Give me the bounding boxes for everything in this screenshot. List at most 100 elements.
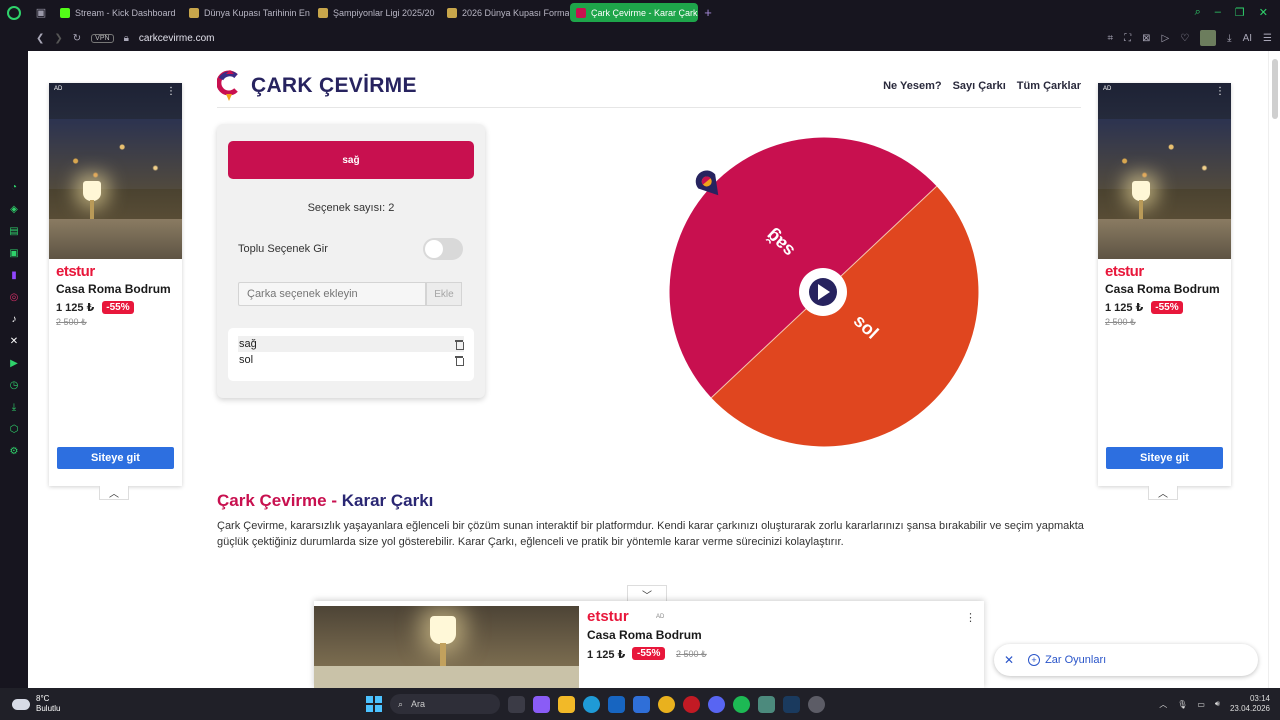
close-window-icon[interactable]: ✕ [1259,6,1268,19]
ad-cta-button[interactable]: Siteye git [57,447,174,469]
adblock-icon[interactable]: ⊠ [1142,33,1150,44]
clock[interactable]: 03:14 23.04.2026 [1230,694,1270,714]
tray-chevron-icon[interactable]: ︿ [1159,699,1167,710]
search-tabs-icon[interactable]: ⌕ [1195,6,1201,19]
ad-cta-button[interactable]: Siteye git [1106,447,1223,469]
ad-menu-icon[interactable]: ⋮ [1215,86,1225,97]
outlook-icon[interactable] [608,695,625,713]
download-icon[interactable]: ⤓ [1227,33,1231,44]
crypto-wallet-icon[interactable]: ◈ [7,202,21,216]
reload-icon[interactable]: ↻ [73,33,81,44]
m-app-icon[interactable]: ▣ [7,246,21,260]
list-item[interactable]: sağ [238,336,464,352]
ad-menu-icon[interactable]: ⋮ [166,86,176,97]
bulk-entry-toggle[interactable] [423,238,463,260]
downloads-sidebar-icon[interactable]: ⤓ [7,400,21,414]
browser-tab[interactable]: Stream - Kick Dashboard [54,3,182,22]
instagram-icon[interactable]: ◎ [7,290,21,304]
chrome-icon[interactable] [658,695,675,713]
right-ad-collapse-button[interactable]: ︿ [1148,486,1178,500]
maximize-icon[interactable]: ❐ [1235,6,1245,19]
edge-icon[interactable] [583,695,600,713]
discord-icon[interactable] [708,695,725,713]
left-ad-collapse-button[interactable]: ︿ [99,486,129,500]
steam-icon[interactable] [783,695,800,713]
volume-icon[interactable]: 🔊︎ [1215,699,1220,709]
file-explorer-icon[interactable] [558,695,575,713]
site-logo-icon[interactable] [216,70,241,102]
twitch-icon[interactable]: ▮ [7,268,21,282]
easy-setup-icon[interactable]: ☰ [1263,33,1272,44]
list-item[interactable]: sol [238,352,464,368]
site-logo-text[interactable]: ÇARK ÇEVİRME [251,74,417,98]
snapshot-icon[interactable]: ⌗ [1107,33,1113,44]
browser-tab[interactable]: Şampiyonlar Ligi 2025/20 [312,3,440,22]
ad-title: Casa Roma Bodrum [587,628,702,642]
trash-icon[interactable] [455,339,464,350]
network-icon[interactable]: ▭ [1197,700,1205,709]
taskbar-search[interactable]: ⌕ Ara [390,694,500,714]
url-field[interactable]: carkcevirme.com [139,33,215,44]
store-icon[interactable] [633,695,650,713]
tiktok-icon[interactable]: ♪ [7,312,21,326]
forward-icon[interactable]: ❯ [54,33,62,44]
player-sidebar-icon[interactable]: ▶ [7,356,21,370]
vpn-badge[interactable]: VPN [91,33,114,43]
nav-link-tum-carklar[interactable]: Tüm Çarklar [1017,80,1081,92]
article-title: Çark Çevirme - Karar Çarkı [217,491,433,511]
page-scrollbar[interactable] [1268,51,1280,688]
result-display[interactable]: sağ [228,141,474,179]
add-option-input[interactable] [238,282,426,306]
profile-avatar[interactable] [1200,30,1217,46]
aria-icon[interactable]: ◔ [7,180,21,194]
opera-gx-taskbar-icon[interactable] [683,695,700,713]
ad-old-price: 2 500 ₺ [1105,317,1136,327]
left-ad-banner[interactable]: AD ⋮ etstur Casa Roma Bodrum 1 125 ₺ -55… [49,83,182,486]
bookmark-heart-icon[interactable]: ♡ [1180,33,1189,44]
ad-discount-badge: -55% [102,301,134,314]
browser-tab[interactable]: Çark Çevirme - Karar Çarkı [570,3,698,22]
aria-ai-button[interactable]: AI [1243,33,1252,44]
browser-sidebar: ◔ ◈ ▤ ▣ ▮ ◎ ♪ ✕ ▶ ◷ ⤓ ⬡ ⚙ [0,25,28,688]
player-icon[interactable]: ▷ [1161,33,1169,44]
history-icon[interactable]: ◷ [7,378,21,392]
extensions-icon[interactable]: ⬡ [7,422,21,436]
tab-favicon-icon [318,7,328,18]
cloud-icon [12,698,30,710]
dice-games-label[interactable]: Zar Oyunları [1045,654,1106,666]
app-icon[interactable] [758,695,775,713]
add-option-button[interactable]: Ekle [426,282,462,306]
settings-taskbar-icon[interactable] [808,695,825,713]
dice-games-pill[interactable]: ✕ + Zar Oyunları [994,644,1258,676]
settings-icon[interactable]: ⚙ [7,444,21,458]
spotify-icon[interactable] [733,695,750,713]
bottom-ad-banner[interactable]: etstur AD Casa Roma Bodrum 1 125 ₺ -55% … [314,601,984,688]
mic-icon[interactable]: 🎙︎ [1177,700,1187,709]
close-icon[interactable]: ✕ [1004,653,1014,667]
spin-wheel[interactable]: sağ sol [666,133,982,449]
ad-menu-icon[interactable]: ⋮ [965,611,976,624]
copilot-icon[interactable] [533,695,550,713]
right-ad-banner[interactable]: AD ⋮ etstur Casa Roma Bodrum 1 125 ₺ -55… [1098,83,1231,486]
nav-link-sayi-carki[interactable]: Sayı Çarkı [953,80,1006,92]
minimize-icon[interactable]: – [1215,6,1221,19]
browser-tab[interactable]: Dünya Kupası Tarihinin En [183,3,311,22]
ad-discount-badge: -55% [1151,301,1183,314]
task-view-icon[interactable] [508,695,525,713]
screenshot-icon[interactable]: ⛶ [1124,33,1131,44]
x-icon[interactable]: ✕ [7,334,21,348]
option-count: Seçenek sayısı: 2 [307,202,395,214]
bulk-entry-label: Toplu Seçenek Gir [238,243,328,255]
start-button-icon[interactable] [366,696,382,712]
nav-link-ne-yesem[interactable]: Ne Yesem? [883,80,942,92]
browser-tab[interactable]: 2026 Dünya Kupası Forma [441,3,569,22]
workspaces-icon[interactable]: ▣ [28,6,54,19]
weather-widget[interactable]: 8°C Bulutlu [0,694,60,714]
back-icon[interactable]: ❮ [36,33,44,44]
new-tab-button[interactable]: + [699,4,717,22]
opera-logo-icon[interactable] [0,0,28,25]
messenger-icon[interactable]: ▤ [7,224,21,238]
clock-time: 03:14 [1249,694,1270,703]
site-header: ÇARK ÇEVİRME Ne Yesem? Sayı Çarkı Tüm Ça… [216,65,1081,108]
trash-icon[interactable] [455,355,464,366]
